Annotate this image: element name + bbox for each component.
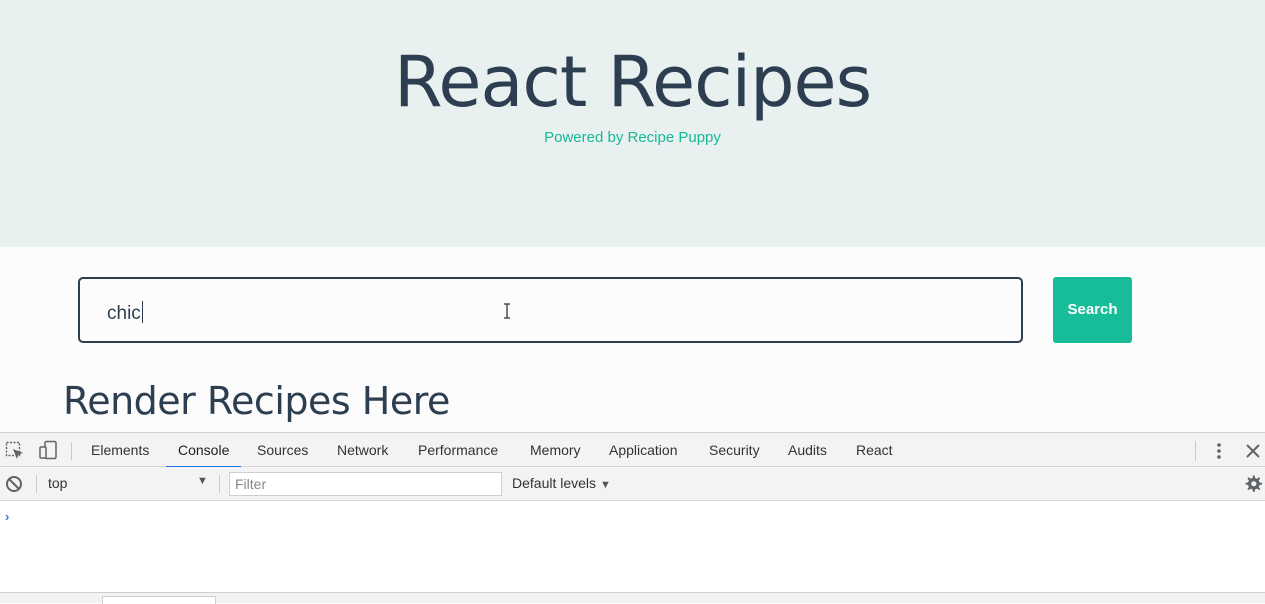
text-cursor-icon — [504, 303, 510, 319]
tab-security[interactable]: Security — [709, 433, 760, 467]
search-input[interactable]: chic — [78, 277, 1023, 343]
search-input-value: chic — [107, 301, 143, 324]
devtools-tabbar: Elements Console Sources Network Perform… — [0, 433, 1265, 468]
drawer-bar — [0, 592, 1265, 604]
text-caret — [141, 301, 143, 323]
dropdown-arrow-icon: ▼ — [599, 479, 611, 491]
toolbar-divider — [36, 475, 37, 493]
toolbar-divider — [1195, 441, 1196, 461]
tab-elements[interactable]: Elements — [91, 433, 149, 467]
tab-audits[interactable]: Audits — [788, 433, 827, 467]
hero-header: React Recipes Powered by Recipe Puppy — [0, 0, 1265, 247]
app-title: React Recipes — [393, 41, 872, 123]
app-subtitle: Powered by Recipe Puppy — [544, 129, 721, 146]
tab-performance[interactable]: Performance — [418, 433, 498, 467]
more-options-icon[interactable] — [1209, 441, 1229, 461]
device-toolbar-icon[interactable] — [38, 440, 58, 460]
inspect-element-icon[interactable] — [5, 441, 25, 461]
console-prompt[interactable]: › — [5, 509, 9, 524]
tab-application[interactable]: Application — [609, 433, 678, 467]
clear-console-icon[interactable] — [4, 474, 24, 494]
toolbar-divider — [71, 442, 72, 460]
recipes-heading: Render Recipes Here — [63, 379, 450, 423]
tab-network[interactable]: Network — [337, 433, 388, 467]
close-icon[interactable] — [1243, 441, 1263, 461]
toolbar-divider — [219, 475, 220, 493]
context-selector[interactable]: top — [48, 475, 67, 491]
dropdown-arrow-icon[interactable]: ▼ — [197, 475, 208, 487]
devtools-panel: Elements Console Sources Network Perform… — [0, 432, 1265, 604]
drawer-tab[interactable] — [102, 596, 216, 604]
tab-react[interactable]: React — [856, 433, 893, 467]
console-toolbar: top ▼ Default levels ▼ — [0, 467, 1265, 501]
console-filter-input[interactable] — [229, 472, 502, 496]
log-levels-label: Default levels — [512, 475, 597, 491]
tab-sources[interactable]: Sources — [257, 433, 308, 467]
tab-memory[interactable]: Memory — [530, 433, 581, 467]
tab-console[interactable]: Console — [165, 433, 242, 468]
search-button[interactable]: Search — [1053, 277, 1132, 343]
log-levels-dropdown[interactable]: Default levels ▼ — [512, 475, 611, 491]
settings-gear-icon[interactable] — [1243, 474, 1263, 494]
